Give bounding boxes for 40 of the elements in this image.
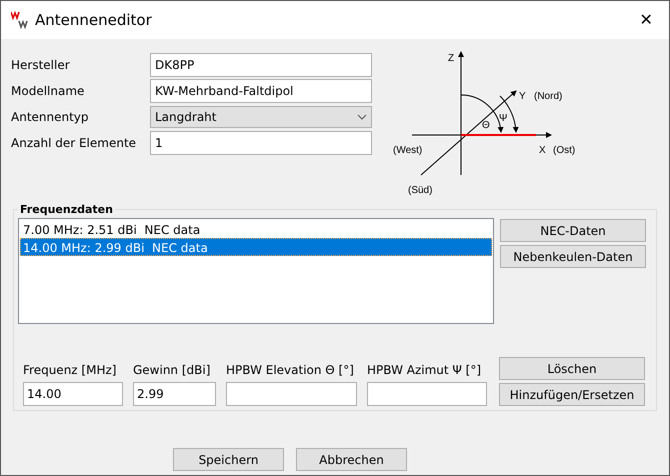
field-label: Hersteller [11,58,71,72]
axis-label: Y [519,91,526,102]
dialog-button[interactable]: Abbrechen [296,448,407,471]
text-field[interactable]: 1 [150,131,372,155]
close-button[interactable]: ✕ [623,1,669,39]
field-label: Anzahl der Elemente [11,136,138,150]
direction-label: (Süd) [408,185,432,196]
app-logo-icon [11,11,29,29]
field-label: Modellname [11,84,86,98]
input-field[interactable]: 14.00 [23,382,123,406]
angle-label: Ψ [499,113,508,124]
psi-arc [500,96,518,133]
text-field[interactable]: KW-Mehrband-Faltdipol [150,79,372,103]
field-label: Antennentyp [11,110,90,124]
text-field[interactable]: DK8PP [150,53,372,77]
field-label: HPBW Azimut Ψ [°] [367,363,482,377]
direction-label: (West) [393,145,422,156]
angle-label: Θ [482,120,490,131]
data-button[interactable]: Nebenkeulen-Daten [500,245,646,268]
axis-label: Z [448,53,454,64]
input-field[interactable] [226,382,357,406]
type-dropdown[interactable]: Langdraht [150,106,372,128]
direction-label: (Nord) [534,91,562,102]
group-title: Frequenzdaten [18,203,115,216]
list-item[interactable]: 7.00 MHz: 2.51 dBi NEC data [20,220,492,238]
edit-button[interactable]: Löschen [499,357,645,380]
axis-label: X [539,145,546,156]
input-field[interactable]: 2.99 [133,382,216,406]
direction-label: (Ost) [553,145,576,156]
frequency-list[interactable]: 7.00 MHz: 2.51 dBi NEC data 14.00 MHz: 2.99 dBi NEC data [18,218,494,324]
field-label: Gewinn [dBi] [133,363,212,377]
dialog-button[interactable]: Speichern [173,448,284,471]
list-item[interactable]: 14.00 MHz: 2.99 dBi NEC data [20,238,492,256]
window-title: Antenneneditor [35,11,153,29]
field-label: Frequenz [MHz] [23,363,118,377]
data-button[interactable]: NEC-Daten [500,219,646,242]
input-field[interactable] [367,382,487,406]
field-label: HPBW Elevation Θ [°] [226,363,355,377]
edit-button[interactable]: Hinzufügen/Ersetzen [499,383,645,406]
chevron-down-icon [357,114,367,120]
